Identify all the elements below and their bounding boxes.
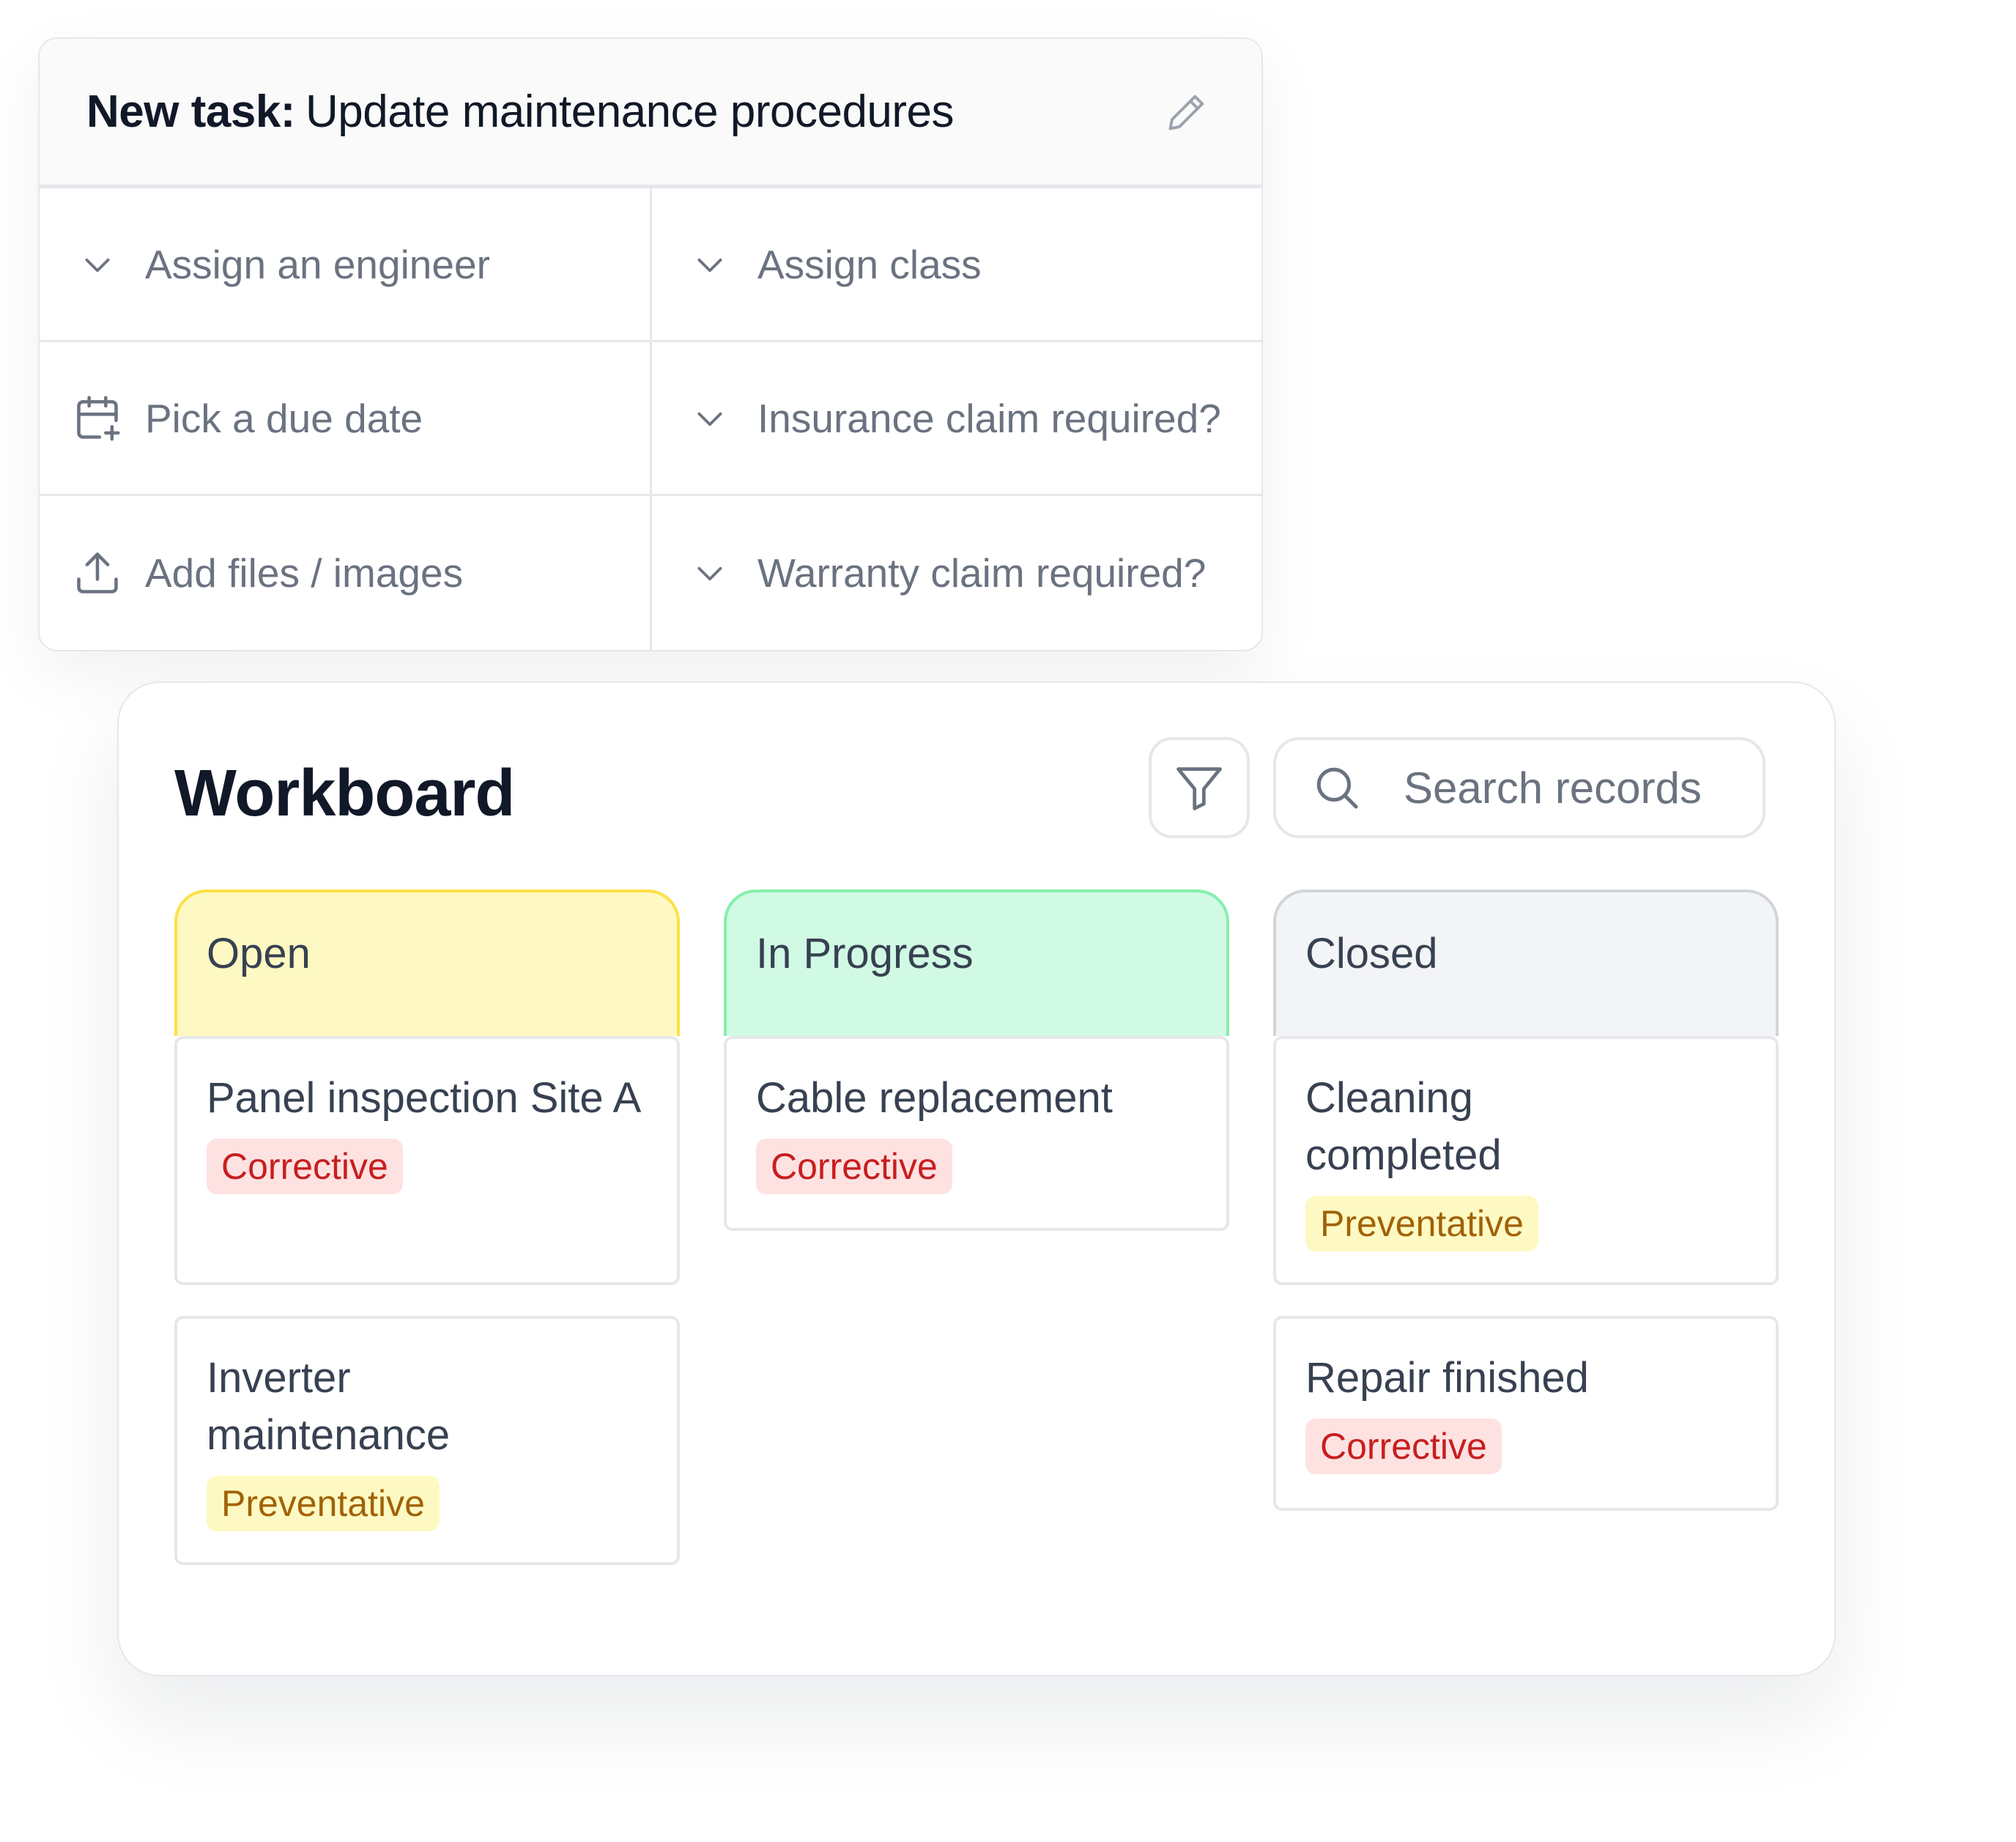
search-input[interactable]	[1402, 761, 1735, 814]
assign-class-label: Assign class	[757, 241, 982, 287]
task-title-prefix: New task:	[86, 86, 295, 137]
tag-badge: Preventative	[207, 1476, 440, 1531]
chevron-down-icon	[684, 239, 735, 290]
tag-badge: Corrective	[207, 1139, 403, 1194]
task-card[interactable]: Cable replacement Corrective	[724, 1036, 1229, 1231]
upload-icon	[72, 547, 123, 599]
assign-class-dropdown[interactable]: Assign class	[652, 188, 1261, 342]
card-title: Cable replacement	[756, 1074, 1113, 1122]
task-fields: Assign an engineer Assign class Pick a d…	[40, 188, 1261, 650]
chevron-down-icon	[72, 239, 123, 290]
workboard-panel: Workboard Open Panel inspection Site A C…	[117, 681, 1836, 1676]
assign-engineer-dropdown[interactable]: Assign an engineer	[40, 188, 652, 342]
chevron-down-icon	[684, 393, 735, 444]
card-title: Repair finished	[1305, 1354, 1589, 1402]
column-in-progress: In Progress Cable replacement Corrective	[724, 889, 1229, 1231]
warranty-claim-label: Warranty claim required?	[757, 550, 1207, 596]
tag-badge: Corrective	[1305, 1419, 1502, 1474]
insurance-claim-label: Insurance claim required?	[757, 395, 1221, 441]
add-files-button[interactable]: Add files / images	[40, 496, 652, 650]
card-title: Panel inspection Site A	[207, 1074, 642, 1122]
calendar-plus-icon	[72, 393, 123, 444]
card-title: Cleaning completed	[1305, 1074, 1502, 1179]
chevron-down-icon	[684, 547, 735, 599]
column-header-open[interactable]: Open	[174, 889, 680, 1036]
warranty-claim-dropdown[interactable]: Warranty claim required?	[652, 496, 1261, 650]
task-card[interactable]: Repair finished Corrective	[1273, 1316, 1779, 1511]
column-closed: Closed Cleaning completed Preventative R…	[1273, 889, 1779, 1511]
task-header: New task: Update maintenance procedures	[40, 39, 1261, 188]
due-date-label: Pick a due date	[145, 395, 423, 441]
task-card[interactable]: Cleaning completed Preventative	[1273, 1036, 1779, 1285]
tag-badge: Corrective	[756, 1139, 952, 1194]
filter-button[interactable]	[1149, 737, 1250, 838]
workboard-title: Workboard	[174, 757, 515, 830]
task-card[interactable]: Panel inspection Site A Corrective	[174, 1036, 680, 1285]
assign-engineer-label: Assign an engineer	[145, 241, 490, 287]
add-files-label: Add files / images	[145, 550, 464, 596]
column-open: Open Panel inspection Site A Corrective …	[174, 889, 680, 1565]
search-box[interactable]	[1273, 737, 1765, 838]
filter-icon	[1176, 767, 1222, 810]
tag-badge: Preventative	[1305, 1196, 1538, 1251]
edit-task-button[interactable]	[1159, 84, 1215, 140]
column-header-closed[interactable]: Closed	[1273, 889, 1779, 1036]
search-icon	[1316, 767, 1358, 809]
card-title: Inverter maintenance	[207, 1354, 451, 1459]
insurance-claim-dropdown[interactable]: Insurance claim required?	[652, 342, 1261, 496]
pencil-icon	[1168, 95, 1204, 130]
task-card[interactable]: Inverter maintenance Preventative	[174, 1316, 680, 1565]
task-title: New task: Update maintenance procedures	[86, 86, 955, 138]
new-task-card: New task: Update maintenance procedures A…	[38, 37, 1263, 651]
due-date-picker[interactable]: Pick a due date	[40, 342, 652, 496]
task-title-text: Update maintenance procedures	[305, 86, 955, 137]
column-header-in-progress[interactable]: In Progress	[724, 889, 1229, 1036]
